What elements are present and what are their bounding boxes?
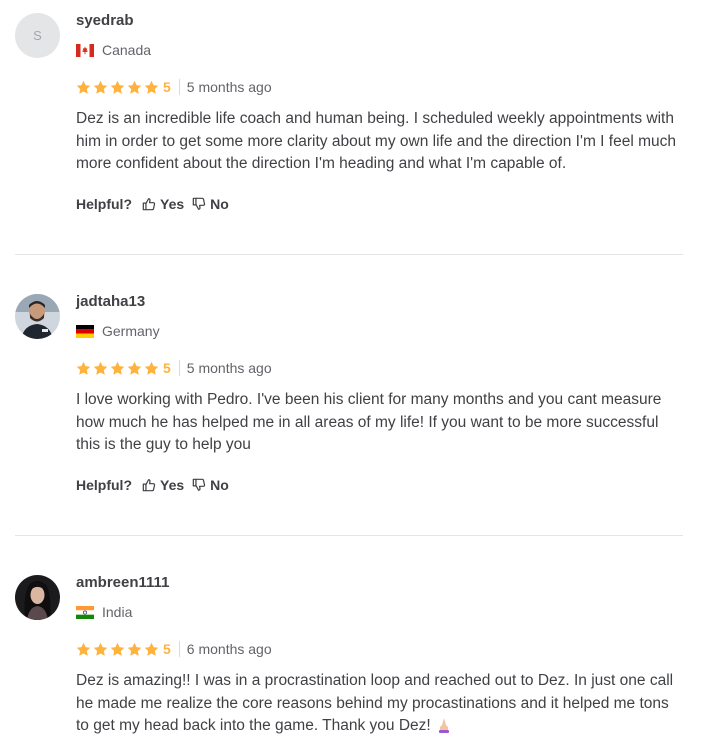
star-rating [76, 642, 161, 657]
review-content: jadtaha13 Germany 5 5 months ago I love … [76, 292, 683, 495]
star-rating [76, 80, 161, 95]
star-icon [93, 80, 108, 94]
star-icon [110, 80, 125, 94]
rating-score: 5 [163, 360, 171, 376]
helpful-row: Helpful? Yes No [76, 194, 683, 214]
star-icon [144, 361, 159, 375]
review-text: Dez is amazing!! I was in a procrastinat… [76, 670, 683, 738]
rating-divider [178, 641, 180, 657]
review-text: I love working with Pedro. I've been his… [76, 391, 662, 453]
rating-divider [178, 79, 180, 95]
country-name: Canada [102, 42, 152, 58]
star-icon [110, 642, 125, 656]
rating-score: 5 [163, 79, 171, 95]
thumbs-up-icon [142, 197, 156, 210]
review-time: 5 months ago [186, 79, 272, 95]
review-divider [15, 254, 683, 255]
star-icon [127, 642, 142, 656]
reviewer-country: Canada [76, 40, 683, 60]
rating-row: 5 5 months ago [76, 359, 683, 377]
rating-score: 5 [163, 641, 171, 657]
star-icon [76, 361, 91, 375]
star-icon [127, 361, 142, 375]
review-content: ambreen1111 India 5 6 months ago Dez is … [76, 573, 683, 738]
praying-hands-icon [438, 718, 449, 733]
star-icon [110, 361, 125, 375]
star-icon [127, 80, 142, 94]
rating-row: 5 5 months ago [76, 78, 683, 96]
helpful-label: Helpful? [76, 476, 132, 493]
reviewer-country: India [76, 602, 683, 622]
reviewer-username[interactable]: jadtaha13 [76, 292, 683, 312]
germany-flag-icon [76, 324, 94, 338]
helpful-yes-label: Yes [160, 195, 185, 212]
helpful-label: Helpful? [76, 195, 132, 212]
review-time: 5 months ago [186, 360, 272, 376]
helpful-row: Helpful? Yes No [76, 475, 683, 495]
helpful-no-button[interactable]: No [192, 196, 229, 212]
review-time: 6 months ago [186, 641, 272, 657]
helpful-yes-button[interactable]: Yes [142, 196, 184, 212]
country-name: India [102, 604, 133, 620]
star-icon [93, 361, 108, 375]
helpful-no-label: No [210, 195, 229, 212]
avatar[interactable] [15, 575, 60, 620]
review-content: syedrab Canada 5 5 months ago Dez is an … [76, 11, 683, 214]
helpful-no-label: No [210, 476, 229, 493]
country-name: Germany [102, 323, 160, 339]
avatar-photo [15, 575, 60, 620]
review-divider [15, 535, 683, 536]
star-icon [93, 642, 108, 656]
reviewer-country: Germany [76, 321, 683, 341]
star-icon [144, 80, 159, 94]
star-icon [144, 642, 159, 656]
thumbs-up-icon [142, 478, 156, 491]
avatar[interactable] [15, 294, 60, 339]
review-text: Dez is an incredible life coach and huma… [76, 110, 676, 172]
helpful-yes-button[interactable]: Yes [142, 477, 184, 493]
reviewer-username[interactable]: ambreen1111 [76, 573, 683, 593]
rating-divider [178, 360, 180, 376]
thumbs-down-icon [192, 197, 206, 210]
review-text-body: Dez is amazing!! I was in a procrastinat… [76, 672, 674, 734]
star-icon [76, 642, 91, 656]
canada-flag-icon [76, 43, 94, 57]
rating-row: 5 6 months ago [76, 640, 683, 658]
avatar[interactable]: S [15, 13, 60, 58]
avatar-initial: S [33, 28, 42, 43]
helpful-no-button[interactable]: No [192, 477, 229, 493]
india-flag-icon [76, 605, 94, 619]
thumbs-down-icon [192, 478, 206, 491]
star-rating [76, 361, 161, 376]
reviewer-username[interactable]: syedrab [76, 11, 683, 31]
avatar-photo [15, 294, 60, 339]
star-icon [76, 80, 91, 94]
helpful-yes-label: Yes [160, 476, 185, 493]
